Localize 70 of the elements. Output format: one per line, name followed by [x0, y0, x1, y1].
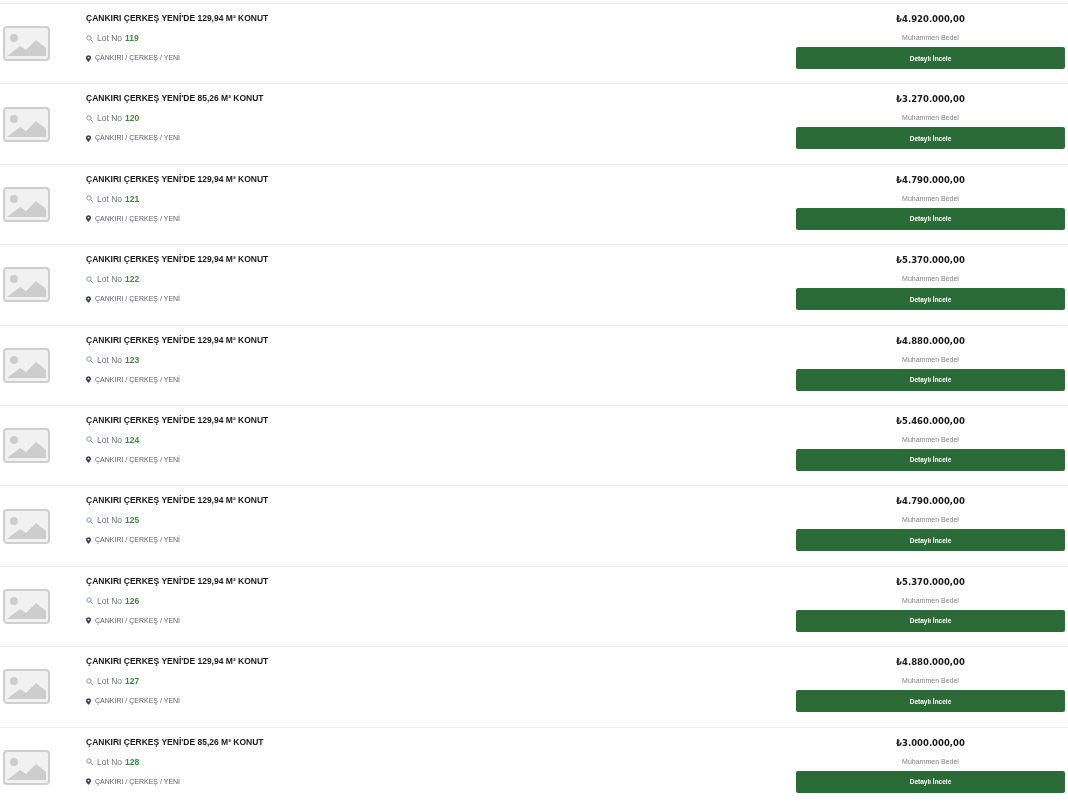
- lot-number: 119: [125, 32, 139, 45]
- price-text: ₺4.790.000,00: [896, 173, 965, 187]
- lot-label: Lot No: [97, 675, 123, 689]
- search-icon: [86, 195, 93, 203]
- location-pin-icon: [86, 536, 91, 544]
- image-placeholder-icon: [3, 106, 50, 142]
- search-icon: [86, 677, 93, 685]
- listing-title: ÇANKIRI ÇERKEŞ YENİ'DE 129,94 M² KONUT: [86, 413, 269, 427]
- image-placeholder-icon: [3, 749, 50, 785]
- location-pin-icon: [86, 697, 91, 705]
- lot-label: Lot No: [97, 594, 123, 608]
- lot-number: 125: [125, 514, 140, 528]
- lot-number: 121: [125, 192, 140, 206]
- search-icon: [86, 114, 93, 122]
- lot-number: 123: [125, 353, 140, 367]
- listing-title: ÇANKIRI ÇERKEŞ YENİ'DE 129,94 M² KONUT: [86, 253, 269, 267]
- price-text: ₺5.370.000,00: [896, 254, 965, 268]
- price-text: ₺4.790.000,00: [896, 495, 965, 509]
- search-icon: [86, 516, 93, 524]
- price-text: ₺4.880.000,00: [896, 334, 965, 348]
- lot-label: Lot No: [97, 112, 123, 126]
- location-pin-icon: [86, 54, 91, 62]
- price-text: ₺3.000.000,00: [896, 736, 965, 750]
- location-pin-icon: [86, 778, 91, 785]
- search-icon: [86, 758, 93, 765]
- location-pin-icon: [86, 295, 91, 303]
- lot-number: 127: [125, 675, 140, 689]
- lot-number: 128: [125, 755, 140, 769]
- location-pin-icon: [86, 617, 91, 625]
- image-placeholder-icon: [3, 428, 50, 464]
- image-placeholder-icon: [3, 669, 50, 705]
- image-placeholder-icon: [3, 347, 50, 383]
- lot-number: 122: [125, 273, 140, 287]
- search-icon: [86, 275, 93, 283]
- image-placeholder-icon: [3, 26, 50, 62]
- price-text: ₺5.460.000,00: [896, 414, 965, 428]
- lot-label: Lot No: [97, 755, 123, 769]
- search-icon: [86, 436, 93, 444]
- lot-label: Lot No: [97, 433, 123, 447]
- listing-title: ÇANKIRI ÇERKEŞ YENİ'DE 129,94 M² KONUT: [86, 494, 269, 508]
- lot-label: Lot No: [97, 514, 123, 528]
- location-pin-icon: [86, 376, 91, 384]
- search-icon: [86, 597, 93, 605]
- lot-label: Lot No: [97, 192, 123, 206]
- price-text: ₺4.880.000,00: [896, 656, 965, 670]
- listing-title: ÇANKIRI ÇERKEŞ YENİ'DE 85,26 M² KONUT: [86, 735, 264, 749]
- lot-label: Lot No: [97, 32, 123, 45]
- lot-label: Lot No: [97, 273, 123, 287]
- lot-number: 126: [125, 594, 140, 608]
- image-placeholder-icon: [3, 588, 50, 624]
- price-text: ₺5.370.000,00: [896, 575, 965, 589]
- lot-label: Lot No: [97, 353, 123, 367]
- image-placeholder-icon: [3, 267, 50, 303]
- listing-title: ÇANKIRI ÇERKEŞ YENİ'DE 129,94 M² KONUT: [86, 574, 269, 588]
- price-text: ₺3.270.000,00: [896, 93, 965, 107]
- price-text: ₺4.920.000,00: [896, 13, 965, 26]
- location-pin-icon: [86, 134, 91, 142]
- location-pin-icon: [86, 456, 91, 464]
- search-icon: [86, 356, 93, 364]
- image-placeholder-icon: [3, 508, 50, 544]
- lot-number: 120: [125, 112, 140, 126]
- listing-title: ÇANKIRI ÇERKEŞ YENİ'DE 129,94 M² KONUT: [86, 655, 269, 669]
- search-icon: [86, 34, 93, 42]
- listing-title: ÇANKIRI ÇERKEŞ YENİ'DE 85,26 M² KONUT: [86, 92, 264, 106]
- location-pin-icon: [86, 215, 91, 223]
- image-placeholder-icon: [3, 186, 50, 222]
- listing-title: ÇANKIRI ÇERKEŞ YENİ'DE 129,94 M² KONUT: [86, 333, 269, 347]
- listing-title: ÇANKIRI ÇERKEŞ YENİ'DE 129,94 M² KONUT: [86, 172, 269, 186]
- listing-title: ÇANKIRI ÇERKEŞ YENİ'DE 129,94 M² KONUT: [86, 12, 269, 25]
- lot-number: 124: [125, 433, 140, 447]
